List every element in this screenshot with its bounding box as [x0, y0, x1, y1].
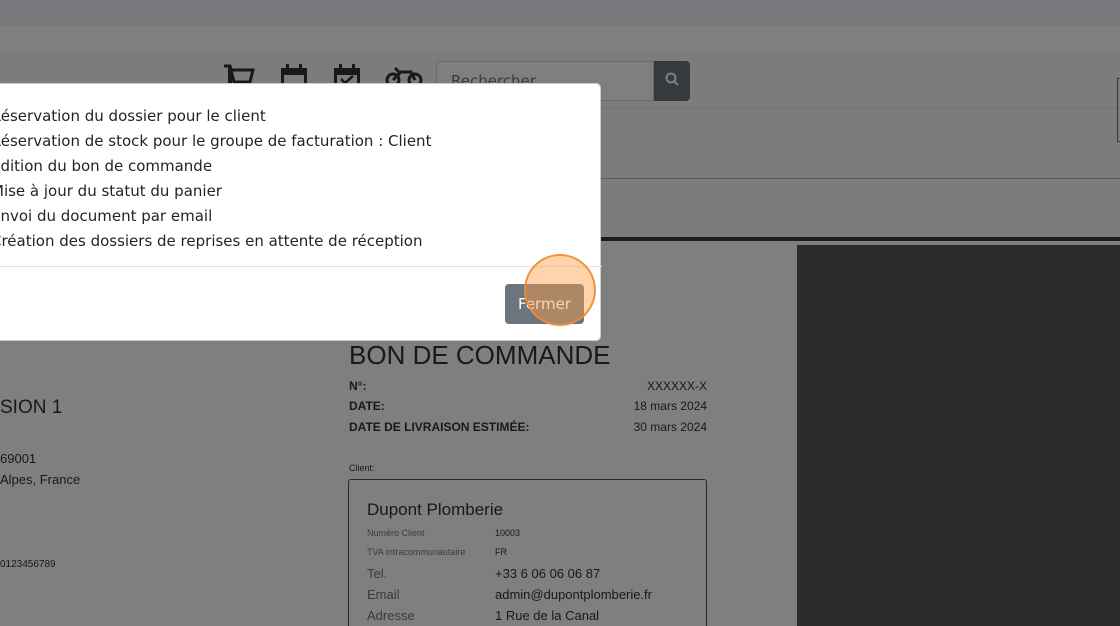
client-number-value: 10003	[495, 528, 521, 538]
tel-label: Tel.	[367, 566, 388, 581]
client-name: Dupont Plomberie	[367, 500, 504, 519]
client-box: Dupont Plomberie Numéro Client 10003 TVA…	[348, 479, 707, 626]
process-steps-list: Réservation du dossier pour le client Ré…	[0, 104, 431, 254]
process-step: Édition du bon de commande	[0, 157, 213, 175]
browser-top-strip	[0, 0, 1120, 26]
process-modal: Réservation du dossier pour le client Ré…	[0, 83, 602, 341]
close-button[interactable]: Fermer	[505, 284, 584, 324]
order-date-label: DATE:	[349, 399, 385, 413]
search-icon	[665, 72, 679, 91]
client-label: Client:	[349, 463, 375, 473]
document-title: BON DE COMMANDE	[349, 340, 611, 370]
search-button[interactable]	[654, 61, 690, 101]
order-date-value: 18 mars 2024	[633, 399, 707, 413]
order-number-value: XXXXXX-X	[646, 379, 707, 393]
delivery-date-label: DATE DE LIVRAISON ESTIMÉE:	[349, 420, 530, 434]
email-label: Email	[367, 587, 400, 602]
process-step: Création des dossiers de reprises en att…	[0, 232, 423, 250]
client-number-label: Numéro Client	[367, 528, 425, 538]
process-step: Mise à jour du statut du panier	[0, 182, 222, 200]
company-phone: 0123456789	[0, 559, 56, 570]
address-label: Adresse	[367, 608, 415, 623]
vat-value: FR	[495, 547, 507, 557]
email-value: admin@dupontplomberie.fr	[495, 587, 653, 602]
address-value: 1 Rue de la Canal	[495, 608, 600, 623]
top-band	[0, 26, 1120, 52]
process-step: Envoi du document par email	[0, 207, 213, 225]
delivery-date-value: 30 mars 2024	[633, 420, 707, 434]
company-address-line1: 69001	[0, 451, 37, 466]
company-heading: SION 1	[0, 397, 63, 418]
tel-value: +33 6 06 06 06 87	[495, 566, 601, 581]
company-address-line2: Alpes, France	[0, 472, 81, 487]
vat-label: TVA intracommunautaire	[367, 547, 466, 557]
process-step: Réservation du dossier pour le client	[0, 107, 266, 125]
modal-footer-divider	[0, 266, 602, 267]
process-step: Réservation de stock pour le groupe de f…	[0, 132, 432, 150]
order-number-label: N°:	[349, 379, 367, 393]
